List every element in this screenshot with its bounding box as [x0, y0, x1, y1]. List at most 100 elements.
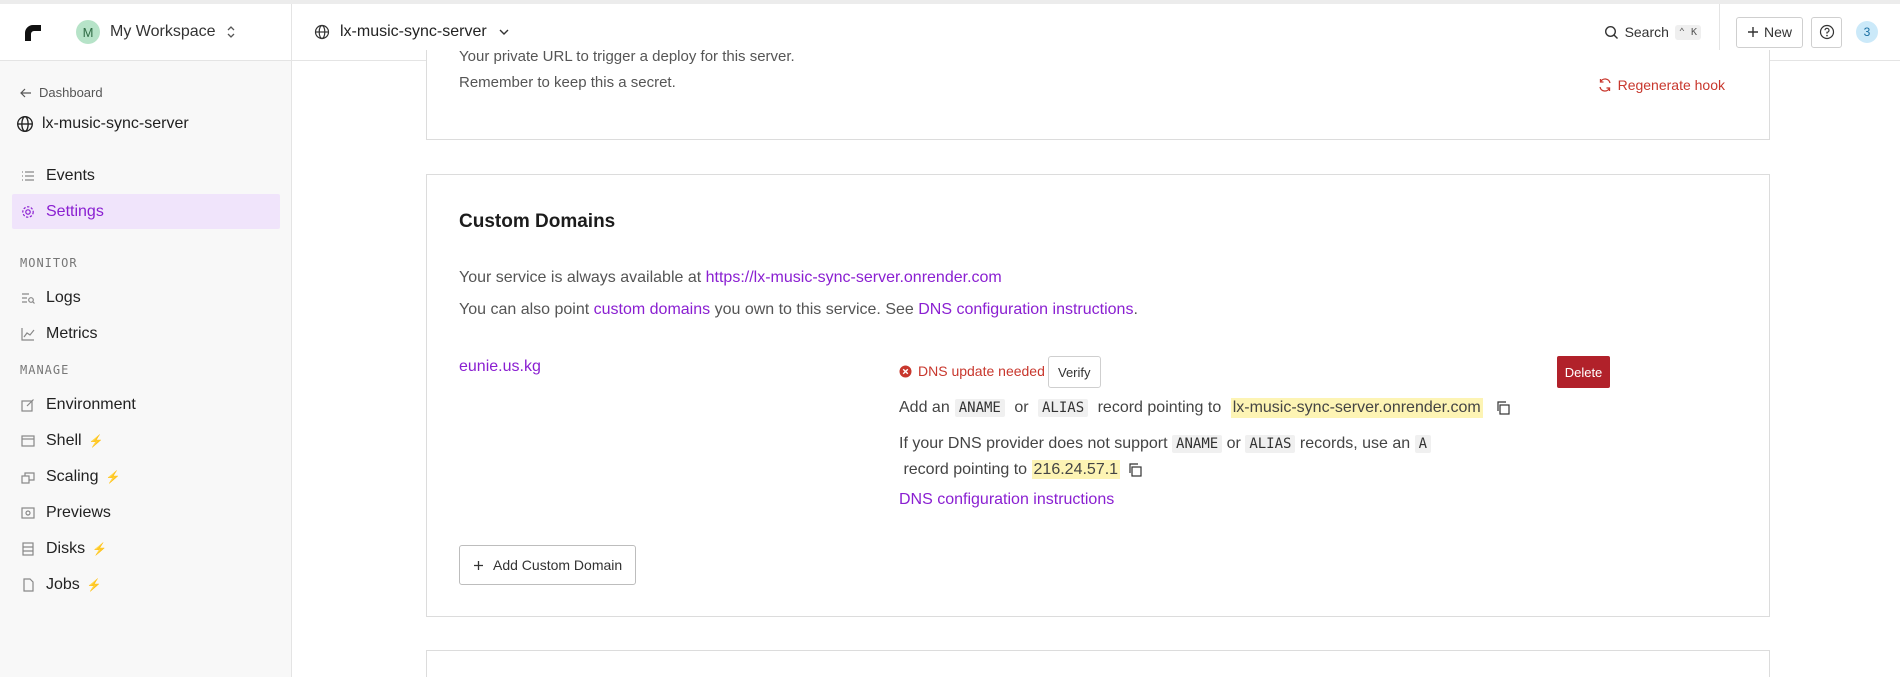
- sidebar-item-shell[interactable]: Shell ⚡: [12, 423, 280, 458]
- sidebar-item-previews[interactable]: Previews: [12, 495, 280, 530]
- dns-configuration-link[interactable]: DNS configuration instructions: [899, 491, 1114, 509]
- sidebar-item-metrics[interactable]: Metrics: [12, 316, 280, 351]
- preview-icon: [21, 506, 35, 519]
- deploy-hook-card: Your private URL to trigger a deploy for…: [426, 48, 1770, 140]
- arrow-left-icon: [20, 88, 31, 97]
- disk-icon: [22, 541, 34, 556]
- sidebar-item-label: Shell: [46, 431, 82, 449]
- service-url-info: Your service is always available at http…: [459, 269, 1002, 287]
- rec2-prefix: If your DNS provider does not support: [899, 435, 1173, 452]
- sidebar-item-label: Disks: [46, 539, 86, 557]
- bolt-icon: ⚡: [88, 433, 104, 448]
- dns-instructions-link[interactable]: DNS configuration instructions: [918, 301, 1133, 318]
- sidebar-item-label: Logs: [46, 288, 81, 306]
- new-button-label: New: [1763, 24, 1792, 40]
- chevron-up-down-icon: [227, 26, 234, 38]
- sidebar-item-label: Environment: [46, 395, 136, 413]
- rec1-or: or: [1009, 399, 1033, 416]
- a-record-code: A: [1414, 435, 1432, 453]
- globe-icon: [17, 116, 33, 132]
- bolt-icon: ⚡: [92, 541, 108, 556]
- search-label: Search: [1624, 24, 1669, 40]
- sidebar-item-events[interactable]: Events: [12, 158, 280, 193]
- plus-icon: [1747, 27, 1758, 37]
- search-icon: [1604, 25, 1618, 39]
- custom-domains-title: Custom Domains: [459, 211, 616, 232]
- edit-icon: [21, 398, 34, 412]
- rec2-mid: records, use an: [1295, 435, 1415, 452]
- sidebar: Dashboard lx-music-sync-server Events Se…: [0, 61, 292, 677]
- sidebar-item-logs[interactable]: Logs: [12, 280, 280, 315]
- custom-domain-info: You can also point custom domains you ow…: [459, 301, 1138, 319]
- scaling-icon: [21, 471, 35, 484]
- gear-icon: [22, 205, 34, 218]
- logs-icon: [22, 292, 35, 304]
- rec2-suffix: record pointing to: [899, 461, 1032, 478]
- sidebar-item-label: Settings: [46, 202, 104, 220]
- delete-domain-button[interactable]: Delete: [1557, 356, 1610, 388]
- aname-instruction: Add an ANAME or ALIAS record pointing to…: [899, 398, 1510, 418]
- service-switcher[interactable]: lx-music-sync-server: [292, 23, 511, 41]
- target-host: lx-music-sync-server.onrender.com: [1230, 398, 1483, 418]
- ip-address: 216.24.57.1: [1031, 460, 1121, 479]
- sidebar-item-environment[interactable]: Environment: [12, 387, 280, 422]
- globe-icon: [314, 24, 330, 40]
- service-url-link[interactable]: https://lx-music-sync-server.onrender.co…: [706, 269, 1002, 286]
- sidebar-item-label: Previews: [46, 503, 111, 521]
- point-text-1: You can also point: [459, 301, 594, 318]
- copy-icon[interactable]: [1496, 401, 1510, 415]
- chevron-down-icon: [499, 29, 509, 35]
- custom-domains-card: Custom Domains Your service is always av…: [426, 174, 1770, 617]
- add-custom-domain-label: Add Custom Domain: [493, 557, 623, 573]
- bolt-icon: ⚡: [105, 469, 121, 484]
- sidebar-item-label: Jobs: [46, 575, 80, 593]
- sidebar-item-jobs[interactable]: Jobs ⚡: [12, 567, 280, 602]
- a-record-instruction: If your DNS provider does not support AN…: [899, 431, 1499, 483]
- sidebar-item-settings[interactable]: Settings: [12, 194, 280, 229]
- custom-domains-link[interactable]: custom domains: [594, 301, 711, 318]
- chart-line-icon: [21, 327, 35, 341]
- alias-code-2: ALIAS: [1245, 435, 1296, 453]
- point-text-2: you own to this service. See: [710, 301, 919, 318]
- deploy-hook-description: Your private URL to trigger a deploy for…: [459, 48, 795, 65]
- rec2-or: or: [1222, 435, 1246, 452]
- aname-code: ANAME: [954, 399, 1005, 417]
- next-settings-card: [426, 650, 1770, 677]
- section-monitor: MONITOR: [20, 256, 78, 270]
- notifications-badge[interactable]: 3: [1856, 21, 1878, 43]
- section-manage: MANAGE: [20, 363, 70, 377]
- regenerate-hook-button[interactable]: Regenerate hook: [1598, 77, 1725, 93]
- error-circle-icon: [899, 365, 912, 377]
- sidebar-service-label: lx-music-sync-server: [42, 115, 189, 132]
- sidebar-item-disks[interactable]: Disks ⚡: [12, 531, 280, 566]
- list-icon: [22, 170, 34, 181]
- workspace-avatar: M: [76, 20, 100, 44]
- add-custom-domain-button[interactable]: Add Custom Domain: [459, 545, 637, 585]
- regenerate-hook-label: Regenerate hook: [1617, 77, 1725, 93]
- sidebar-service-name: lx-music-sync-server: [16, 115, 189, 133]
- sidebar-item-label: Scaling: [46, 467, 99, 485]
- alias-code: ALIAS: [1038, 399, 1089, 417]
- sidebar-item-scaling[interactable]: Scaling ⚡: [12, 459, 280, 494]
- verify-button[interactable]: Verify: [1048, 356, 1101, 388]
- workspace-switcher[interactable]: M My Workspace: [64, 4, 292, 60]
- help-button[interactable]: [1811, 16, 1842, 48]
- sidebar-item-label: Metrics: [46, 324, 98, 342]
- service-url-text: Your service is always available at: [459, 269, 706, 286]
- point-text-3: .: [1133, 301, 1138, 318]
- plus-icon: [474, 560, 483, 570]
- domain-name-link[interactable]: eunie.us.kg: [459, 358, 541, 376]
- service-switcher-label: lx-music-sync-server: [340, 23, 487, 40]
- logo-icon: [25, 25, 41, 41]
- dns-status: DNS update needed: [899, 363, 1045, 379]
- search-shortcut: ⌃ K: [1674, 24, 1701, 40]
- copy-icon[interactable]: [1128, 463, 1142, 477]
- aname-code-2: ANAME: [1172, 435, 1223, 453]
- render-logo[interactable]: [0, 4, 64, 60]
- rec1-prefix: Add an: [899, 399, 950, 416]
- new-button[interactable]: New: [1735, 16, 1803, 48]
- workspace-name: My Workspace: [110, 23, 216, 40]
- dns-status-label: DNS update needed: [918, 363, 1045, 379]
- back-to-dashboard-link[interactable]: Dashboard: [20, 85, 103, 100]
- help-icon: [1819, 24, 1834, 40]
